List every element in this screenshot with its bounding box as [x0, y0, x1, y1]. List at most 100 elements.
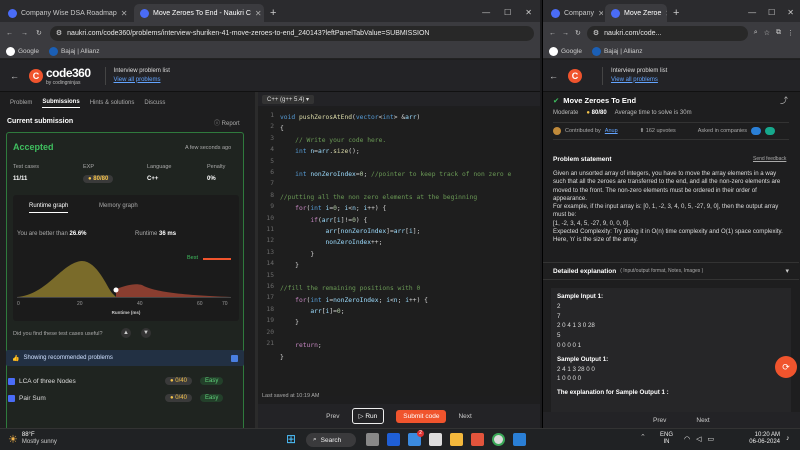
language-indicator[interactable]: ENG IN — [660, 432, 673, 446]
tab-move-zeroes[interactable]: Move Zeroes To End - Naukri C ✕ — [134, 4, 264, 22]
list-item[interactable]: Pair Sum ● 0/40 Easy — [8, 394, 244, 402]
tab-problem[interactable]: Problem — [10, 100, 32, 106]
code360-logo[interactable]: C code360 by codingninjas — [29, 66, 91, 86]
line-number: 9 — [270, 203, 274, 211]
back-arrow-icon[interactable]: ← — [549, 71, 558, 81]
line-number: 18 — [266, 305, 274, 313]
close-tab-icon[interactable]: ✕ — [255, 9, 262, 18]
close-window-icon[interactable]: ✕ — [787, 8, 794, 17]
chrome-icon[interactable] — [492, 433, 505, 446]
thumbs-down-icon[interactable]: ▼ — [141, 328, 151, 338]
task-view-icon[interactable] — [366, 433, 379, 446]
detailed-explanation-toggle[interactable]: Detailed explanation ( Input/output form… — [543, 262, 799, 280]
minimize-icon[interactable]: — — [482, 8, 490, 17]
volume-icon[interactable]: ◁ — [696, 435, 701, 443]
maximize-icon[interactable]: ☐ — [768, 8, 775, 17]
google-icon — [549, 46, 558, 56]
tab-company-roadmap[interactable]: Company Wise DSA Roadmap ✕ — [2, 4, 132, 22]
back-icon[interactable]: ← — [6, 30, 13, 37]
prev-button[interactable]: Prev — [653, 417, 666, 424]
submit-code-button[interactable]: Submit code — [396, 409, 447, 423]
site-info-icon[interactable]: ⚙ — [56, 29, 62, 37]
problem-footer: Prev Next — [543, 412, 800, 428]
bookmarks-bar: Google Bajaj | Allianz — [543, 44, 800, 59]
forward-icon[interactable]: → — [562, 30, 569, 37]
app-icon[interactable] — [429, 433, 442, 446]
difficulty-badge: Easy — [199, 377, 224, 385]
window-controls: — ☐ ✕ — [742, 8, 800, 22]
notification-bell-icon[interactable]: ♪ — [786, 435, 790, 442]
teams-icon[interactable]: 2 — [408, 430, 424, 446]
recommended-bar[interactable]: 👍 Showing recommended problems — [6, 350, 244, 366]
tab-move-zeroes[interactable]: Move Zeroe ✕ — [605, 4, 667, 22]
bookmark-bajaj[interactable]: Bajaj | Allianz — [48, 46, 100, 56]
google-icon — [6, 46, 15, 56]
tab-runtime-graph[interactable]: Runtime graph — [29, 203, 69, 213]
office-icon[interactable] — [471, 433, 484, 446]
checkbox-icon[interactable] — [231, 354, 238, 362]
wifi-icon[interactable]: ◠ — [684, 435, 690, 443]
code-editor[interactable]: 1 2 3 4 5 6 7 8 9 10 11 12 13 14 15 16 17 18 19 20 21 void p… — [258, 108, 540, 396]
next-button[interactable]: Next — [696, 417, 709, 424]
contributor-link[interactable]: Anup — [605, 128, 618, 134]
tray-chevron-icon[interactable]: ⌃ — [640, 433, 646, 441]
tab-memory-graph[interactable]: Memory graph — [99, 203, 138, 209]
app-l-icon[interactable] — [387, 433, 400, 446]
windows-start-icon[interactable]: ⊞ — [286, 433, 296, 445]
site-favicon-icon — [551, 8, 560, 18]
forward-icon[interactable]: → — [21, 30, 28, 37]
reload-icon[interactable]: ↻ — [36, 29, 42, 37]
back-icon[interactable]: ← — [549, 30, 556, 37]
line-number: 10 — [266, 214, 274, 222]
list-item[interactable]: LCA of three Nodes ● 0/40 Easy — [8, 377, 244, 385]
extensions-icon[interactable]: ⧉ — [776, 29, 781, 37]
weather-widget[interactable]: ☀ 88°F Mostly sunny — [8, 432, 57, 446]
file-explorer-icon[interactable] — [450, 433, 463, 446]
code360-logo-icon[interactable]: C — [568, 68, 582, 83]
run-button[interactable]: ▷ Run — [351, 408, 385, 424]
new-tab-button[interactable]: + — [264, 7, 282, 22]
menu-icon[interactable]: ⋮ — [787, 29, 794, 37]
close-window-icon[interactable]: ✕ — [525, 8, 532, 17]
view-all-problems-link[interactable]: View all problems — [611, 77, 658, 83]
maximize-icon[interactable]: ☐ — [504, 8, 511, 17]
bookmark-google[interactable]: Google — [6, 46, 39, 56]
send-feedback-link[interactable]: Send feedback — [753, 156, 786, 162]
vscode-icon[interactable] — [513, 433, 526, 446]
report-button[interactable]: ⓘ Report — [214, 118, 240, 127]
thumbs-up-icon[interactable]: ▲ — [121, 328, 131, 338]
view-all-problems-link[interactable]: View all problems — [114, 77, 161, 83]
tab-strip: Company Wise DSA Roadmap ✕ Move Zeroes T… — [0, 0, 540, 22]
samples-box: Sample Input 1: 2 7 2 0 4 1 3 0 28 5 0 0… — [551, 288, 791, 412]
minimize-icon[interactable]: — — [748, 8, 756, 17]
tab-discuss[interactable]: Discuss — [144, 100, 165, 106]
company-logo[interactable] — [750, 127, 761, 135]
close-tab-icon[interactable]: ✕ — [598, 9, 603, 18]
distribution-area-left — [17, 261, 116, 297]
chat-bot-icon[interactable]: ⟳ — [775, 356, 797, 378]
tab-hints[interactable]: Hints & solutions — [90, 100, 135, 106]
bookmark-bajaj[interactable]: Bajaj | Allianz — [591, 46, 643, 56]
taskbar-search[interactable]: ⌕ Search — [306, 433, 356, 447]
url-field[interactable]: ⚙ naukri.com/code... — [586, 25, 748, 41]
reload-icon[interactable]: ↻ — [575, 29, 581, 37]
site-info-icon[interactable]: ⚙ — [593, 29, 599, 37]
language-select[interactable]: C++ (g++ 5.4) ▾ — [262, 95, 315, 104]
bookmark-star-icon[interactable]: ☆ — [764, 29, 770, 37]
clock[interactable]: 10:20 AM 06-06-2024 — [730, 432, 780, 446]
zoom-icon[interactable]: ⌕ — [754, 29, 758, 37]
company-logo[interactable] — [764, 127, 775, 135]
upvotes[interactable]: ⬆ 162 upvotes — [640, 128, 676, 134]
battery-icon[interactable]: ▭ — [708, 435, 715, 443]
close-tab-icon[interactable]: ✕ — [121, 9, 128, 18]
interview-list: Interview problem list View all problems — [104, 66, 170, 85]
new-tab-button[interactable]: + — [667, 7, 685, 22]
bookmark-google[interactable]: Google — [549, 46, 582, 56]
next-button[interactable]: Next — [458, 413, 471, 420]
tab-company[interactable]: Company ✕ — [545, 4, 603, 22]
tab-submissions[interactable]: Submissions — [42, 99, 80, 108]
url-field[interactable]: ⚙ naukri.com/code360/problems/interview-… — [49, 25, 534, 41]
back-arrow-icon[interactable]: ← — [10, 71, 19, 81]
share-icon[interactable]: ⤴ — [780, 95, 788, 106]
prev-button[interactable]: Prev — [326, 413, 339, 420]
